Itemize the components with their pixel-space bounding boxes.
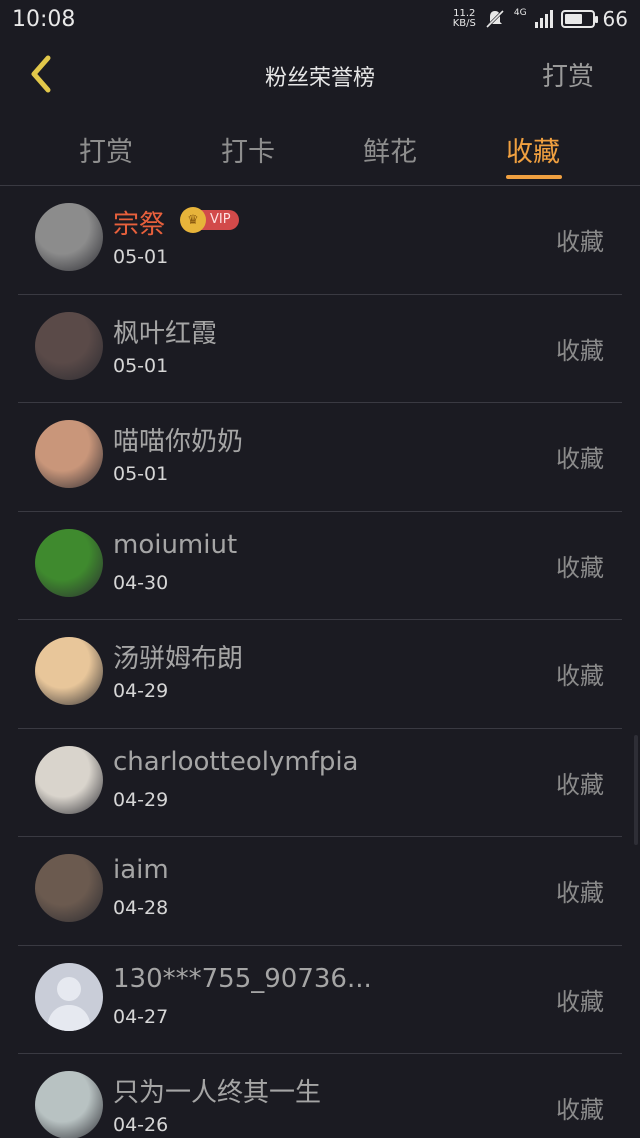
list-item-action: 收藏 [556,1096,604,1124]
list-item-date: 04-29 [113,680,169,702]
list-item-action: 收藏 [556,770,604,799]
status-time: 10:08 [12,6,76,32]
tab-label: 鲜花 [363,137,417,168]
tab-label: 打卡 [221,137,275,168]
vip-badge: ♛ VIP [180,207,239,233]
list-item-date: 05-01 [113,246,169,268]
list-item-action: 收藏 [556,987,604,1016]
list-item-action: 收藏 [556,228,604,256]
list-item-action: 收藏 [556,879,604,907]
user-name[interactable]: 汤骈姆布朗 [113,638,243,675]
default-avatar-icon [35,962,103,1031]
notifications-off-icon [485,9,504,29]
list-item-action: 收藏 [556,336,604,365]
reward-button[interactable]: 打赏 [542,56,594,93]
list-item-date: 05-01 [113,463,169,485]
header: 粉丝荣誉榜 打赏 [0,38,640,110]
tab-label: 收藏 [506,137,560,168]
user-name[interactable]: iaim [113,855,169,885]
avatar[interactable] [35,420,103,488]
list-item-date: 04-30 [113,571,169,594]
list-item-action: 收藏 [556,553,604,582]
tab-label: 打赏 [79,137,133,168]
list-item[interactable]: 130***755_90736... 04-27 收藏 [18,946,622,1054]
network-speed-unit: KB/S [452,18,476,29]
avatar[interactable] [35,311,103,380]
network-type: 4G [513,8,527,18]
list-item[interactable]: moiumiut 04-30 收藏 [18,512,622,620]
status-icons: 11.2 KB/S 4G 66 [453,7,628,31]
list-item[interactable]: charlootteolymfpia 04-29 收藏 [18,729,622,837]
network-speed: 11.2 KB/S [453,9,476,29]
avatar[interactable] [35,637,103,705]
list-item[interactable]: iaim 04-28 收藏 [18,837,622,946]
user-name[interactable]: moiumiut [113,530,237,560]
user-name[interactable]: 只为一人终其一生 [113,1072,321,1109]
active-tab-indicator [506,175,562,179]
list-item[interactable]: 宗祭 ♛ VIP 05-01 收藏 [18,186,622,295]
list-item[interactable]: 枫叶红霞 05-01 收藏 [18,295,622,403]
tab-favorites[interactable]: 收藏 [473,130,593,179]
user-name[interactable]: 130***755_90736... [113,964,372,994]
list-item-date: 05-01 [113,354,169,377]
list-item-action: 收藏 [556,662,604,690]
tab-bar: 打赏 打卡 鲜花 收藏 [0,120,640,186]
avatar[interactable] [35,745,103,814]
avatar[interactable] [35,962,103,1031]
user-name[interactable]: 宗祭 [113,204,165,241]
battery-level: 66 [602,7,628,31]
avatar[interactable] [35,1071,103,1138]
list-item[interactable]: 喵喵你奶奶 05-01 收藏 [18,403,622,512]
list-item-action: 收藏 [556,445,604,473]
list-item[interactable]: 只为一人终其一生 04-26 收藏 [18,1054,622,1138]
list-item-date: 04-29 [113,788,169,811]
avatar[interactable] [35,854,103,922]
list-item-date: 04-28 [113,897,169,919]
list-item-date: 04-26 [113,1114,169,1136]
scrollbar[interactable] [634,735,638,845]
avatar[interactable] [35,203,103,271]
tab-checkin[interactable]: 打卡 [188,130,308,169]
status-bar: 10:08 11.2 KB/S 4G 66 [0,0,640,38]
list-item-date: 04-27 [113,1005,169,1028]
tab-reward[interactable]: 打赏 [46,130,166,169]
crown-icon: ♛ [180,207,206,233]
user-name[interactable]: 喵喵你奶奶 [113,421,243,458]
tab-flowers[interactable]: 鲜花 [330,130,450,169]
signal-icon [534,10,553,28]
user-name[interactable]: 枫叶红霞 [113,313,217,350]
avatar[interactable] [35,528,103,597]
fan-list: 宗祭 ♛ VIP 05-01 收藏 枫叶红霞 05-01 收藏 喵喵你奶奶 05… [18,186,622,1138]
user-name[interactable]: charlootteolymfpia [113,747,358,777]
battery-icon [560,10,598,28]
list-item[interactable]: 汤骈姆布朗 04-29 收藏 [18,620,622,729]
